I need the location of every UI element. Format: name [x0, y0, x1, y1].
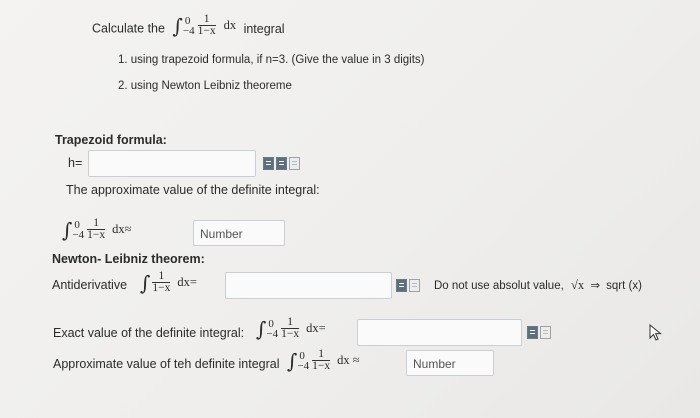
h-input-tools: [263, 157, 300, 170]
integral-sign-icon: ∫: [256, 316, 267, 341]
mouse-cursor-icon: [649, 324, 662, 341]
integral-sign-icon: ∫: [172, 13, 183, 38]
document-icon[interactable]: [289, 157, 300, 170]
exact-integral: ∫ 0 −4 1 1−x dx=: [256, 316, 326, 341]
antiderivative-tools: [396, 279, 420, 292]
question-item-1: 1. using trapezoid formula, if n=3. (Giv…: [118, 54, 425, 66]
trapezoid-integral: ∫ 0 −4 1 1−x dx≈: [62, 217, 132, 242]
approx-label: Approximate value of teh definite integr…: [53, 357, 280, 371]
matrix-icon[interactable]: [263, 157, 274, 170]
h-label: h=: [68, 156, 83, 170]
approx-value-input[interactable]: Number: [406, 350, 494, 376]
exact-value-input[interactable]: [357, 319, 522, 346]
question-integral: ∫ 0 −4 1 1−x dx: [172, 13, 237, 38]
question-suffix: integral: [243, 21, 285, 36]
question-prefix: Calculate the: [92, 21, 165, 36]
formula-icon[interactable]: [276, 157, 287, 170]
exact-value-tools: [527, 326, 551, 339]
question-item-2: 2. using Newton Leibniz theoreme: [118, 80, 292, 92]
h-input[interactable]: [88, 150, 256, 177]
matrix-icon[interactable]: [527, 326, 538, 339]
integral-sign-icon: ∫: [140, 270, 151, 295]
newton-heading: Newton- Leibniz theorem:: [52, 252, 205, 266]
antiderivative-input[interactable]: [225, 272, 392, 299]
document-icon[interactable]: [409, 279, 420, 292]
document-icon[interactable]: [540, 326, 551, 339]
approx-integral: ∫ 0 −4 1 1−x dx ≈: [287, 348, 360, 373]
integral-sign-icon: ∫: [62, 217, 73, 242]
question-line: Calculate the ∫ 0 −4 1 1−x dx integral: [92, 13, 285, 38]
antiderivative-label: Antiderivative: [52, 278, 128, 292]
trapezoid-heading: Trapezoid formula:: [55, 133, 167, 147]
approx-text: The approximate value of the definite in…: [66, 183, 320, 197]
antiderivative-integral: ∫ 1 1−x dx=: [140, 270, 197, 295]
integral-sign-icon: ∫: [287, 348, 298, 373]
matrix-icon[interactable]: [396, 279, 407, 292]
trapezoid-approx-input[interactable]: Number: [193, 220, 285, 246]
exact-label: Exact value of the definite integral:: [53, 326, 245, 340]
antiderivative-hint: Do not use absolut value, √x ⇒ sqrt (x): [434, 278, 642, 292]
